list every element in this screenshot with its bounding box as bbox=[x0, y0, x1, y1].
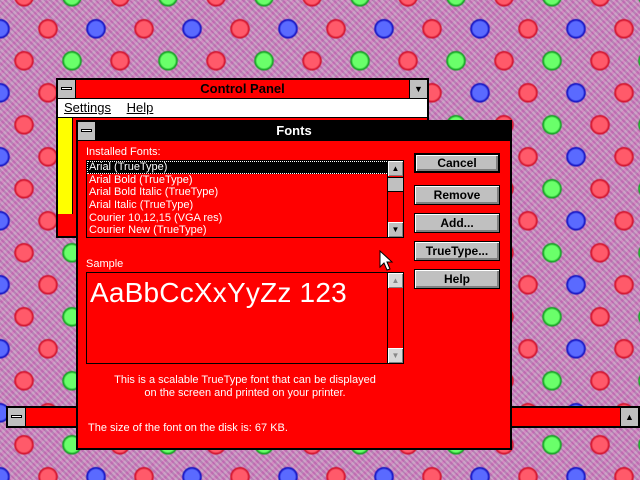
system-menu-icon[interactable] bbox=[8, 408, 26, 426]
remove-button[interactable]: Remove bbox=[414, 185, 500, 205]
system-menu-icon[interactable] bbox=[78, 122, 96, 140]
sample-text: AaBbCcXxYyZz 123 bbox=[90, 277, 347, 308]
cancel-button[interactable]: Cancel bbox=[414, 153, 500, 173]
menu-settings[interactable]: Settings bbox=[58, 99, 117, 117]
scroll-down-icon: ▼ bbox=[388, 348, 403, 363]
truetype-button[interactable]: TrueType... bbox=[414, 241, 500, 261]
system-menu-icon[interactable] bbox=[58, 80, 76, 98]
control-panel-titlebar[interactable]: Control Panel ▼ bbox=[58, 80, 427, 99]
font-size-info: The size of the font on the disk is: 67 … bbox=[88, 422, 288, 434]
list-item[interactable]: Arial Italic (TrueType) bbox=[87, 199, 403, 212]
list-item[interactable]: Arial Bold Italic (TrueType) bbox=[87, 186, 403, 199]
control-panel-title: Control Panel bbox=[200, 81, 285, 96]
control-panel-icon-area bbox=[58, 118, 73, 214]
fonts-titlebar[interactable]: Fonts bbox=[78, 122, 510, 141]
list-item[interactable]: Arial Bold (TrueType) bbox=[87, 174, 403, 187]
scroll-down-icon[interactable]: ▼ bbox=[388, 222, 403, 237]
sample-box: AaBbCcXxYyZz 123 ▲ ▼ bbox=[86, 272, 404, 364]
fonts-dialog: Fonts Installed Fonts: Arial (TrueType) … bbox=[76, 120, 512, 450]
help-button[interactable]: Help bbox=[414, 269, 500, 289]
add-button[interactable]: Add... bbox=[414, 213, 500, 233]
scroll-up-icon: ▲ bbox=[388, 273, 403, 288]
mouse-pointer-icon bbox=[379, 250, 394, 271]
minimize-icon[interactable]: ▲ bbox=[620, 408, 638, 426]
sample-scrollbar: ▲ ▼ bbox=[387, 273, 403, 363]
list-item[interactable]: Courier New (TrueType) bbox=[87, 224, 403, 237]
fonts-title: Fonts bbox=[276, 123, 312, 138]
minimize-icon[interactable]: ▼ bbox=[409, 80, 427, 98]
scroll-thumb[interactable] bbox=[388, 177, 403, 192]
fonts-list-scrollbar[interactable]: ▲ ▼ bbox=[387, 161, 403, 237]
installed-fonts-list[interactable]: Arial (TrueType) Arial Bold (TrueType) A… bbox=[86, 160, 404, 238]
list-item[interactable]: Courier 10,12,15 (VGA res) bbox=[87, 212, 403, 225]
list-item[interactable]: Arial (TrueType) bbox=[87, 161, 403, 174]
menu-help[interactable]: Help bbox=[121, 99, 160, 117]
installed-fonts-label: Installed Fonts: bbox=[86, 146, 161, 158]
scroll-up-icon[interactable]: ▲ bbox=[388, 161, 403, 176]
font-description-line1: This is a scalable TrueType font that ca… bbox=[114, 374, 376, 386]
control-panel-menubar: Settings Help bbox=[58, 99, 427, 118]
font-description-line2: on the screen and printed on your printe… bbox=[144, 387, 346, 399]
sample-label: Sample bbox=[86, 258, 124, 270]
